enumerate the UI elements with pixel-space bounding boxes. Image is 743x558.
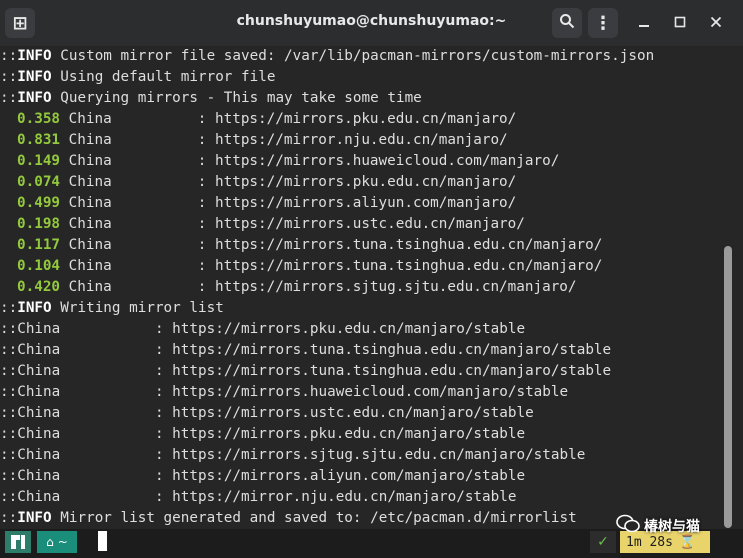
info-line: ::INFO Using default mirror file: [0, 69, 276, 85]
minimize-button[interactable]: [630, 8, 658, 38]
mirrorlist-row: ::China : https://mirrors.tuna.tsinghua.…: [0, 342, 612, 358]
mirrorlist-row: ::China : https://mirrors.tuna.tsinghua.…: [0, 363, 612, 379]
mirror-timing-row: 0.104 China : https://mirrors.tuna.tsing…: [17, 258, 603, 274]
mirror-timing-row: 0.074 China : https://mirrors.pku.edu.cn…: [17, 174, 517, 190]
mirrorlist-row: ::China : https://mirrors.sjtug.sjtu.edu…: [0, 447, 586, 463]
info-line: ::INFO Querying mirrors - This may take …: [0, 90, 422, 106]
mirror-timing-row: 0.420 China : https://mirrors.sjtug.sjtu…: [17, 279, 577, 295]
mirrorlist-row: ::China : https://mirrors.huaweicloud.co…: [0, 384, 569, 400]
search-button[interactable]: [552, 8, 582, 38]
mirror-timing-row: 0.499 China : https://mirrors.aliyun.com…: [17, 195, 517, 211]
mirror-timing-row: 0.149 China : https://mirrors.huaweiclou…: [17, 153, 560, 169]
mirror-timing-row: 0.831 China : https://mirror.nju.edu.cn/…: [17, 132, 508, 148]
mirrorlist-row: ::China : https://mirrors.pku.edu.cn/man…: [0, 321, 526, 337]
close-button[interactable]: [702, 8, 730, 38]
wechat-icon: [616, 514, 640, 538]
terminal-output[interactable]: ::INFO Custom mirror file saved: /var/li…: [0, 46, 720, 529]
close-icon: [710, 14, 722, 32]
menu-button[interactable]: ⋮: [588, 8, 618, 38]
mirrorlist-row: ::China : https://mirrors.ustc.edu.cn/ma…: [0, 405, 534, 421]
search-icon: [559, 13, 575, 33]
minimize-icon: [638, 14, 650, 32]
home-icon: ⌂: [46, 535, 54, 549]
prompt-directory: ⌂ ~: [37, 531, 77, 553]
mirror-timing-row: 0.117 China : https://mirrors.tuna.tsing…: [17, 237, 603, 253]
info-line: ::INFO Writing mirror list: [0, 300, 224, 316]
mirrorlist-row: ::China : https://mirror.nju.edu.cn/manj…: [0, 489, 517, 505]
kebab-menu-icon: ⋮: [594, 12, 612, 34]
maximize-icon: [674, 14, 686, 32]
maximize-button[interactable]: [666, 8, 694, 38]
scrollbar-thumb[interactable]: [724, 246, 732, 528]
mirror-timing-row: 0.358 China : https://mirrors.pku.edu.cn…: [17, 111, 517, 127]
watermark-text: 椿树与猫: [644, 519, 700, 535]
mirrorlist-row: ::China : https://mirrors.pku.edu.cn/man…: [0, 426, 526, 442]
info-line: ::INFO Mirror list generated and saved t…: [0, 510, 577, 526]
info-line: ::INFO Custom mirror file saved: /var/li…: [0, 48, 655, 64]
mirrorlist-row: ::China : https://mirrors.aliyun.com/man…: [0, 468, 526, 484]
text-cursor[interactable]: [98, 531, 107, 551]
status-check-icon: ✓: [590, 531, 616, 553]
mirror-timing-row: 0.198 China : https://mirrors.ustc.edu.c…: [17, 216, 525, 232]
wechat-watermark: 椿树与猫: [616, 512, 736, 540]
title-bar: ⊞ chunshuyumao@chunshuyumao:~ ⋮: [0, 0, 743, 46]
manjaro-logo-icon: [5, 531, 31, 553]
